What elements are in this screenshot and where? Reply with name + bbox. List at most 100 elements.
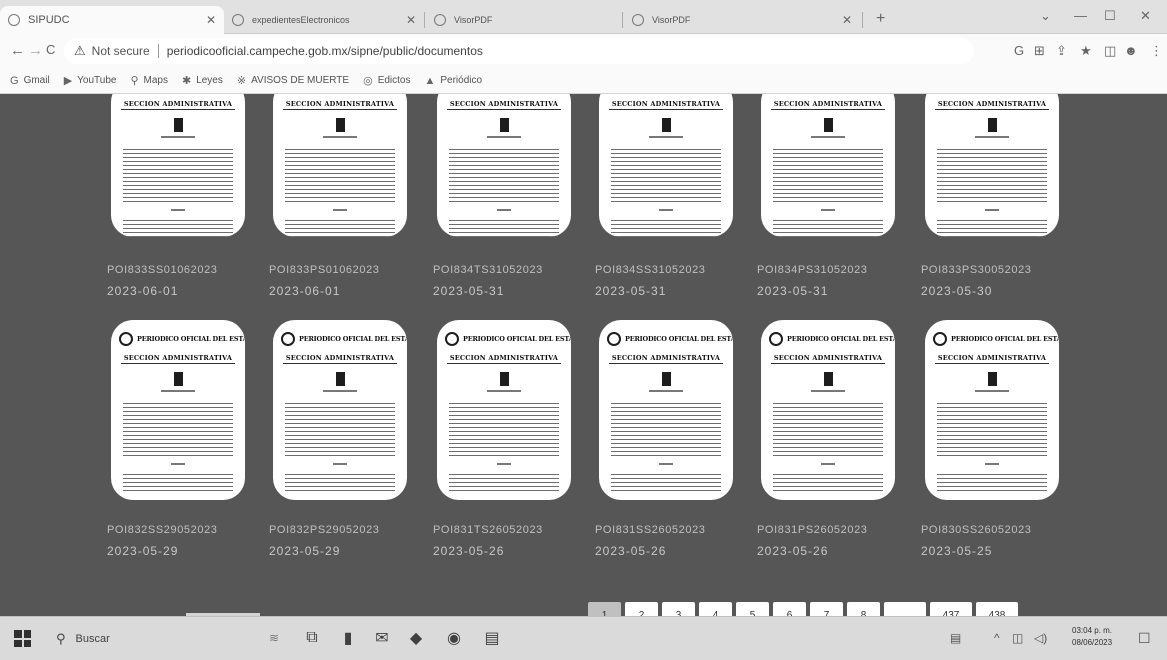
document-thumbnail[interactable]: SECCION ADMINISTRATIVA: [437, 94, 571, 237]
tab-visorpdf-1[interactable]: VisorPDF: [426, 6, 622, 34]
url-text[interactable]: periodicooficial.campeche.gob.mx/sipne/p…: [167, 44, 483, 58]
page-button-4[interactable]: 4: [699, 602, 732, 616]
warning-triangle-icon[interactable]: ⚠: [74, 43, 86, 59]
document-id[interactable]: POI833PS01062023: [269, 264, 380, 276]
document-section-text: SECCION ADMINISTRATIVA: [285, 100, 395, 108]
document-id[interactable]: POI834TS31052023: [433, 264, 543, 276]
bookmark-avisos[interactable]: ※ AVISOS DE MUERTE: [237, 74, 349, 87]
file-explorer-icon[interactable]: ▮: [338, 628, 358, 648]
bookmark-periodico[interactable]: ▲ Periódico: [424, 75, 482, 87]
tab-search-icon[interactable]: ⌄: [1040, 8, 1051, 24]
bookmark-youtube[interactable]: ▶ YouTube: [64, 74, 117, 87]
subtitle-line: [649, 390, 683, 392]
mail-icon[interactable]: ✉: [372, 628, 392, 648]
document-date: 2023-05-29: [107, 544, 179, 558]
tab-close-icon[interactable]: ✕: [406, 13, 416, 27]
state-emblem-icon: [823, 118, 833, 132]
chrome-icon[interactable]: ◉: [444, 628, 464, 648]
network-icon[interactable]: ◫: [1012, 631, 1023, 645]
task-view-icon[interactable]: ⧉: [302, 628, 322, 648]
windows-start-icon[interactable]: [14, 630, 31, 647]
document-id[interactable]: POI834PS31052023: [757, 264, 868, 276]
page-button-1[interactable]: 1: [588, 602, 621, 616]
page-button-438[interactable]: 438: [976, 602, 1018, 616]
close-window-button[interactable]: ✕: [1140, 8, 1151, 24]
document-id[interactable]: POI831SS26052023: [595, 524, 706, 536]
divider: [121, 363, 235, 364]
tray-chevron-icon[interactable]: ^: [994, 631, 1000, 645]
page-button-437[interactable]: 437: [930, 602, 972, 616]
page-button-5[interactable]: 5: [736, 602, 769, 616]
volume-icon[interactable]: ◁): [1034, 631, 1047, 645]
bookmark-leyes[interactable]: ✱ Leyes: [182, 74, 223, 87]
page-button-7[interactable]: 7: [810, 602, 843, 616]
notifications-icon[interactable]: ☐: [1138, 630, 1151, 647]
document-thumbnail[interactable]: PERIODICO OFICIAL DEL ESTADO SECCION ADMI…: [437, 320, 571, 500]
tab-close-icon[interactable]: ✕: [842, 13, 852, 27]
document-thumbnail[interactable]: PERIODICO OFICIAL DEL ESTADO SECCION ADMI…: [111, 320, 245, 500]
new-tab-button[interactable]: +: [876, 10, 885, 28]
state-seal-icon: [769, 332, 783, 346]
document-id[interactable]: POI831PS26052023: [757, 524, 868, 536]
document-id[interactable]: POI833SS01062023: [107, 264, 218, 276]
star-icon[interactable]: ★: [1080, 43, 1092, 59]
tab-visorpdf-2[interactable]: VisorPDF ✕: [624, 6, 860, 34]
google-icon[interactable]: G: [1014, 43, 1024, 58]
keyboard-icon[interactable]: ▤: [950, 631, 961, 645]
document-id[interactable]: POI832SS29052023: [107, 524, 218, 536]
document-thumbnail[interactable]: PERIODICO OFICIAL DEL ESTADO SECCION ADMI…: [273, 320, 407, 500]
document-id[interactable]: POI834SS31052023: [595, 264, 706, 276]
forward-button[interactable]: →: [28, 42, 43, 59]
bookmark-maps[interactable]: ⚲ Maps: [130, 74, 168, 87]
document-thumbnail[interactable]: PERIODICO OFICIAL DEL ESTADO SECCION ADMI…: [761, 320, 895, 500]
cortana-icon[interactable]: ≋: [254, 628, 294, 648]
document-thumbnail[interactable]: SECCION ADMINISTRATIVA: [273, 94, 407, 237]
back-button[interactable]: ←: [10, 42, 25, 59]
page-button-3[interactable]: 3: [662, 602, 695, 616]
document-id[interactable]: POI833PS30052023: [921, 264, 1032, 276]
document-date: 2023-05-26: [433, 544, 505, 558]
taskbar-clock[interactable]: 03:04 p. m. 08/06/2023: [1072, 625, 1112, 649]
taskbar-search-box[interactable]: ⚲ Buscar: [46, 623, 226, 655]
document-header-text: PERIODICO OFICIAL DEL ESTADO: [463, 335, 571, 343]
translate-icon[interactable]: ⊞: [1034, 43, 1045, 59]
reload-button[interactable]: C: [46, 42, 55, 57]
separator-mark: [985, 209, 999, 211]
page-button-2[interactable]: 2: [625, 602, 658, 616]
page-button-8[interactable]: 8: [847, 602, 880, 616]
state-emblem-icon: [987, 118, 997, 132]
sidebar-icon[interactable]: ◫: [1104, 43, 1116, 59]
tab-title: VisorPDF: [454, 15, 493, 25]
document-thumbnail[interactable]: SECCION ADMINISTRATIVA: [925, 94, 1059, 237]
not-secure-label[interactable]: Not secure: [92, 44, 150, 58]
divider: [771, 363, 885, 364]
address-bar[interactable]: ⚠ Not secure periodicooficial.campeche.g…: [64, 38, 974, 64]
document-id[interactable]: POI831TS26052023: [433, 524, 543, 536]
document-thumbnail[interactable]: SECCION ADMINISTRATIVA: [111, 94, 245, 237]
document-thumbnail[interactable]: PERIODICO OFICIAL DEL ESTADO SECCION ADMI…: [925, 320, 1059, 500]
page-button-6[interactable]: 6: [773, 602, 806, 616]
tab-expedientes[interactable]: expedientesElectronicos ✕: [224, 6, 424, 34]
subtitle-line: [811, 390, 845, 392]
tab-close-icon[interactable]: ✕: [206, 13, 216, 27]
store-icon[interactable]: ◆: [406, 628, 426, 648]
pdf-icon[interactable]: ▤: [482, 628, 502, 648]
state-emblem-icon: [499, 372, 509, 386]
document-thumbnail[interactable]: SECCION ADMINISTRATIVA: [599, 94, 733, 237]
bookmark-edictos[interactable]: ◎ Edictos: [363, 74, 410, 87]
document-id[interactable]: POI830SS26052023: [921, 524, 1032, 536]
separator-mark: [659, 209, 673, 211]
bookmark-gmail[interactable]: G Gmail: [10, 75, 50, 87]
document-id[interactable]: POI832PS29052023: [269, 524, 380, 536]
document-thumbnail[interactable]: PERIODICO OFICIAL DEL ESTADO SECCION ADMI…: [599, 320, 733, 500]
share-icon[interactable]: ⇪: [1056, 43, 1067, 59]
maximize-button[interactable]: ☐: [1104, 8, 1116, 24]
document-date: 2023-05-25: [921, 544, 993, 558]
tab-sipudc[interactable]: SIPUDC ✕: [0, 6, 224, 34]
menu-dots-icon[interactable]: ⋮: [1150, 43, 1163, 59]
tab-title: SIPUDC: [28, 14, 70, 26]
document-thumbnail[interactable]: SECCION ADMINISTRATIVA: [761, 94, 895, 237]
minimize-button[interactable]: —: [1074, 8, 1087, 23]
profile-icon[interactable]: ☻: [1124, 43, 1138, 58]
state-emblem-icon: [173, 372, 183, 386]
